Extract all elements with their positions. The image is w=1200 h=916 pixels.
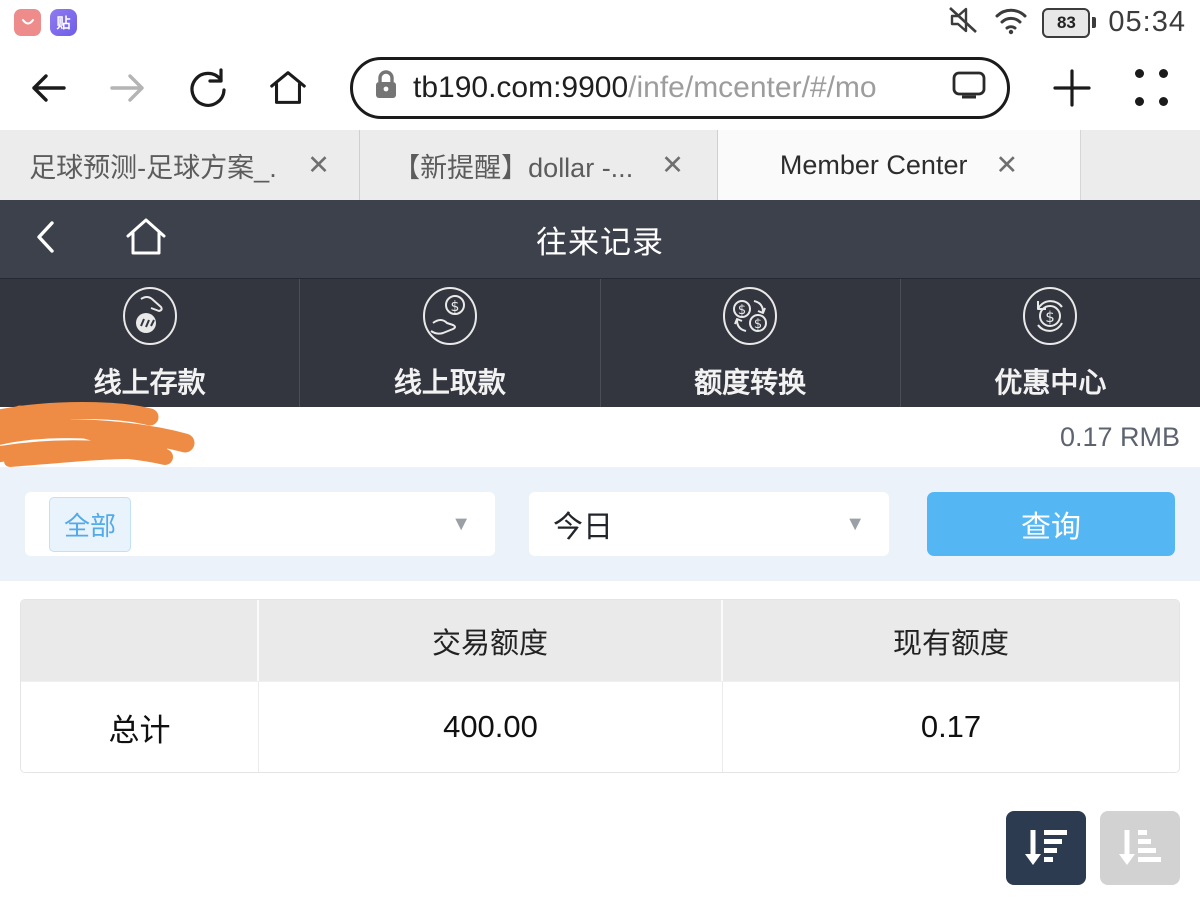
new-tab-icon[interactable] xyxy=(1050,66,1094,110)
mute-icon xyxy=(946,4,980,41)
sort-controls xyxy=(0,811,1180,885)
nav-label: 线上取款 xyxy=(393,367,506,398)
nav-quota-transfer[interactable]: $ $ 额度转换 xyxy=(601,279,901,407)
date-range-select[interactable]: 今日 ▼ xyxy=(529,492,889,556)
orange-scribble-redaction xyxy=(0,401,205,476)
sort-descending-button[interactable] xyxy=(1006,811,1086,885)
svg-text:$: $ xyxy=(754,317,762,332)
main-content: 交易额度 现有额度 总计 400.00 0.17 xyxy=(0,599,1200,885)
close-tab-icon[interactable]: ✕ xyxy=(995,151,1018,179)
deposit-icon xyxy=(121,285,179,352)
filter-bar: 全部 ▼ 今日 ▼ 查询 xyxy=(0,467,1200,581)
svg-text:$: $ xyxy=(1046,308,1056,326)
promo-icon: $ xyxy=(1021,285,1079,352)
nav-online-withdraw[interactable]: $ 线上取款 xyxy=(300,279,601,407)
battery-level: 83 xyxy=(1042,7,1091,38)
close-tab-icon[interactable]: ✕ xyxy=(307,151,330,179)
current-amount-cell: 0.17 xyxy=(723,681,1179,772)
url-bar[interactable]: tb190.com:9900/infe/mcenter/#/mo xyxy=(350,56,1010,119)
transfer-icon: $ $ xyxy=(721,285,779,352)
sort-ascending-icon xyxy=(1116,824,1164,873)
page-back-icon[interactable] xyxy=(30,215,60,264)
tieba-notification-icon: 贴 xyxy=(50,9,77,36)
sort-descending-icon xyxy=(1022,824,1070,873)
back-icon[interactable] xyxy=(26,66,70,110)
tabs-menu-icon[interactable] xyxy=(1130,66,1174,110)
svg-text:$: $ xyxy=(450,299,459,315)
type-chip: 全部 xyxy=(49,496,132,552)
tab-member-center-active[interactable]: Member Center ✕ xyxy=(718,130,1080,200)
nav-online-deposit[interactable]: 线上存款 xyxy=(0,279,301,407)
header-trade-amount: 交易额度 xyxy=(259,600,723,681)
table-row: 总计 400.00 0.17 xyxy=(21,681,1179,772)
total-label-cell: 总计 xyxy=(21,681,259,772)
query-button[interactable]: 查询 xyxy=(927,492,1175,556)
quick-nav: 线上存款 $ 线上取款 $ $ 额度转换 $ 优惠中心 xyxy=(0,278,1200,407)
header-empty-cell xyxy=(21,600,259,681)
reload-icon[interactable] xyxy=(186,66,230,110)
url-host: tb190.com:9900 xyxy=(413,70,629,104)
trade-amount-cell: 400.00 xyxy=(259,681,723,772)
desktop-mode-icon[interactable] xyxy=(951,70,987,105)
svg-text:$: $ xyxy=(738,303,746,318)
tab-strip: 足球预测-足球方案_... ✕ 【新提醒】dollar -... ✕ Membe… xyxy=(0,130,1200,200)
forward-icon[interactable] xyxy=(106,66,150,110)
transaction-type-select[interactable]: 全部 ▼ xyxy=(25,492,495,556)
summary-table: 交易额度 现有额度 总计 400.00 0.17 xyxy=(20,599,1180,773)
page-header: 往来记录 xyxy=(0,200,1200,278)
chevron-down-icon: ▼ xyxy=(451,512,471,535)
page-home-icon[interactable] xyxy=(122,214,170,265)
tab-label: 【新提醒】dollar -... xyxy=(393,152,634,183)
sort-ascending-button[interactable] xyxy=(1100,811,1180,885)
tab-strip-empty-area xyxy=(1080,130,1200,200)
nav-label: 额度转换 xyxy=(694,367,807,398)
date-value: 今日 xyxy=(553,511,613,544)
account-balance: 0.17 RMB xyxy=(1059,421,1180,452)
wifi-icon xyxy=(992,4,1030,41)
home-icon[interactable] xyxy=(266,66,310,110)
url-path: /infe/mcenter/#/mo xyxy=(628,70,877,104)
tab-label: 足球预测-足球方案_... xyxy=(29,152,280,183)
close-tab-icon[interactable]: ✕ xyxy=(661,151,684,179)
balance-row: 0.17 RMB xyxy=(0,402,1200,467)
nav-label: 线上存款 xyxy=(93,367,206,398)
nav-label: 优惠中心 xyxy=(994,367,1107,398)
nav-promo-center[interactable]: $ 优惠中心 xyxy=(901,279,1200,407)
header-current-amount: 现有额度 xyxy=(892,627,1009,660)
tab-football-prediction[interactable]: 足球预测-足球方案_... ✕ xyxy=(0,130,360,200)
huawei-appmarket-notification-icon xyxy=(14,9,41,36)
withdraw-icon: $ xyxy=(421,285,479,352)
lock-icon xyxy=(373,69,399,106)
tab-new-alert-dollar[interactable]: 【新提醒】dollar -... ✕ xyxy=(360,130,718,200)
page-title: 往来记录 xyxy=(536,224,664,260)
clock-time: 05:34 xyxy=(1108,6,1186,38)
status-bar: 贴 83 05:34 xyxy=(0,0,1200,45)
tab-label: Member Center xyxy=(779,149,968,180)
battery-icon: 83 xyxy=(1042,7,1097,38)
table-header-row: 交易额度 现有额度 xyxy=(21,600,1179,681)
chevron-down-icon: ▼ xyxy=(845,512,865,535)
browser-toolbar: tb190.com:9900/infe/mcenter/#/mo xyxy=(0,45,1200,130)
